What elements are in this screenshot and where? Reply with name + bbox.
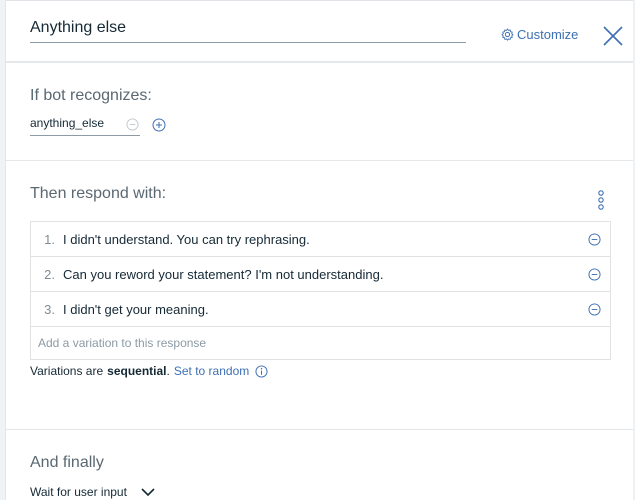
- close-icon[interactable]: [602, 25, 624, 47]
- set-to-random-link[interactable]: Set to random: [174, 364, 249, 378]
- remove-response-icon[interactable]: [588, 303, 601, 316]
- section-title: If bot recognizes:: [30, 87, 152, 104]
- variations-prefix: Variations are: [30, 364, 104, 378]
- response-row[interactable]: 3. I didn't get your meaning.: [31, 292, 610, 327]
- if-bot-recognizes-section: If bot recognizes: anything_else: [6, 63, 633, 161]
- add-condition-icon[interactable]: [152, 118, 166, 132]
- response-number: 2.: [44, 266, 55, 282]
- variations-note: Variations are sequential. Set to random: [30, 364, 268, 378]
- more-options-icon[interactable]: [595, 189, 607, 211]
- final-action-value: Wait for user input: [30, 485, 127, 499]
- info-icon[interactable]: [255, 364, 268, 378]
- and-finally-section: And finally Wait for user input: [6, 431, 633, 500]
- response-number: 3.: [44, 301, 55, 317]
- condition-input[interactable]: anything_else: [30, 116, 140, 136]
- response-text[interactable]: Can you reword your statement? I'm not u…: [63, 267, 610, 282]
- response-row[interactable]: 1. I didn't understand. You can try reph…: [31, 222, 610, 257]
- response-text[interactable]: I didn't get your meaning.: [63, 302, 610, 317]
- section-title: Then respond with:: [30, 185, 167, 202]
- response-row[interactable]: 2. Can you reword your statement? I'm no…: [31, 257, 610, 292]
- node-editor-panel: Anything else Customize If bot recognize…: [6, 0, 633, 500]
- response-text[interactable]: I didn't understand. You can try rephras…: [63, 232, 610, 247]
- variations-suffix: .: [166, 364, 170, 378]
- customize-button[interactable]: Customize: [501, 25, 578, 43]
- remove-condition-icon[interactable]: [126, 118, 139, 131]
- remove-response-icon[interactable]: [588, 233, 601, 246]
- node-name-input[interactable]: Anything else: [30, 17, 466, 43]
- remove-response-icon[interactable]: [588, 268, 601, 281]
- add-variation-input[interactable]: Add a variation to this response: [31, 327, 610, 359]
- variations-mode: sequential: [107, 364, 167, 378]
- node-header: Anything else Customize: [6, 0, 633, 63]
- final-action-select[interactable]: Wait for user input: [30, 485, 155, 499]
- chevron-down-icon: [141, 487, 155, 496]
- customize-label: Customize: [517, 26, 579, 42]
- gear-icon: [501, 28, 514, 41]
- response-number: 1.: [44, 231, 55, 247]
- response-variations-table: 1. I didn't understand. You can try reph…: [30, 221, 611, 360]
- then-respond-section: Then respond with: 1. I didn't understan…: [6, 162, 633, 430]
- section-title: And finally: [30, 454, 104, 471]
